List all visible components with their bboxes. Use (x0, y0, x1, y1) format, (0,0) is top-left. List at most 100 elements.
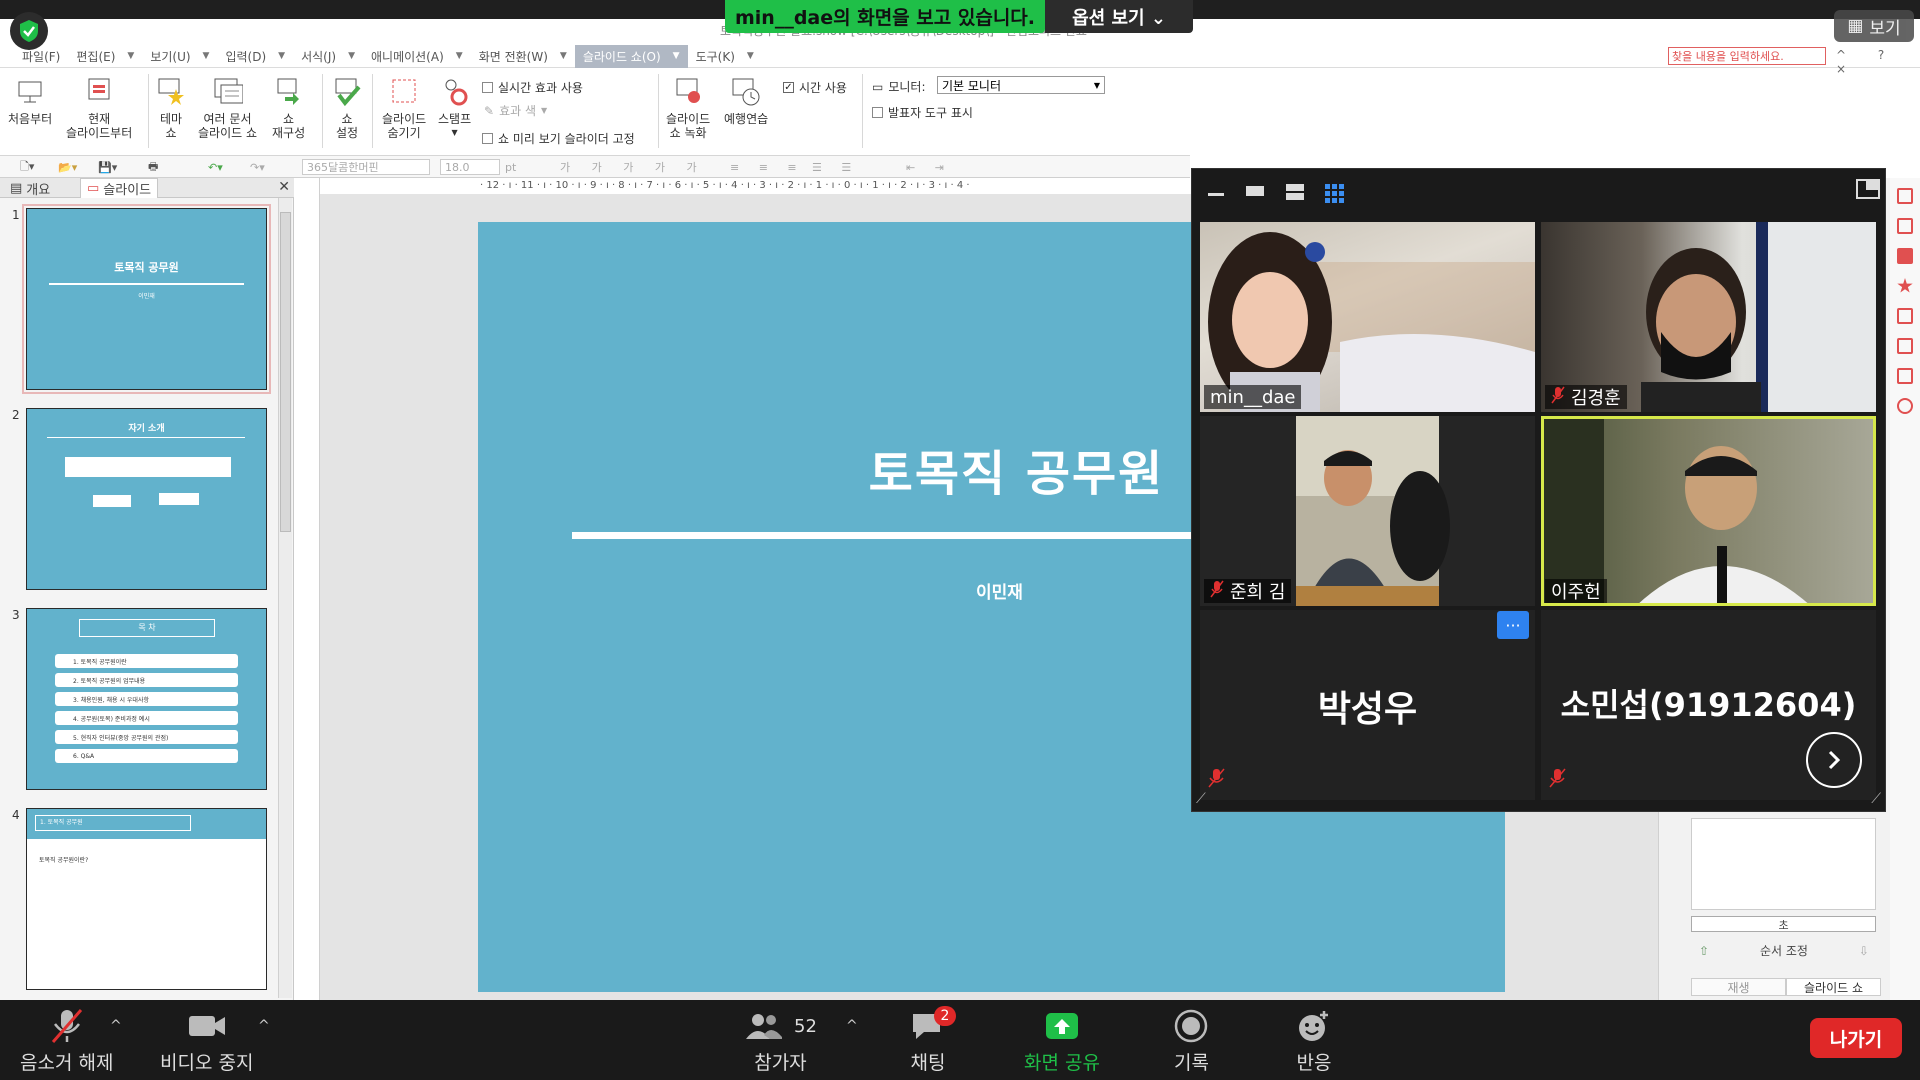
document-icon[interactable] (1897, 338, 1913, 354)
monitor-select[interactable]: 기본 모니터 ▼ (937, 76, 1105, 94)
participant-count: 52 (794, 1015, 817, 1037)
next-page-button[interactable] (1806, 732, 1862, 788)
animation-list[interactable] (1691, 818, 1876, 910)
move-down-icon[interactable]: ⇩ (1859, 944, 1869, 958)
exit-fullscreen-icon[interactable] (1856, 179, 1880, 203)
view-options-button[interactable]: 옵션 보기 ⌄ (1045, 0, 1193, 33)
share-screen-button[interactable]: 화면 공유 (1024, 1008, 1100, 1075)
new-doc-icon[interactable]: 🗋▾ (20, 159, 34, 175)
scroll-thumb[interactable] (280, 212, 291, 532)
video-options-caret-icon[interactable]: ^ (258, 1018, 270, 1034)
reactions-button[interactable]: 반응 (1296, 1008, 1332, 1075)
menu-animation[interactable]: 애니메이션(A) ▼ (363, 45, 471, 68)
participant-tile-lee-juheon[interactable]: 이주헌 (1541, 416, 1876, 606)
chat-button[interactable]: 2 채팅 (910, 1006, 956, 1075)
font-select[interactable]: 365달콤한머핀 (302, 159, 430, 175)
tab-slides[interactable]: ▭ 슬라이드 (80, 178, 159, 198)
align-buttons[interactable]: ≡ ≡ ≡ (730, 159, 805, 175)
realtime-effect-checkbox[interactable]: 실시간 효과 사용 (482, 79, 583, 96)
slide-thumbnail-2[interactable]: 자기 소개 (26, 408, 267, 590)
menu-slideshow[interactable]: 슬라이드 쇼(O) ▼ (574, 44, 688, 68)
slide-thumbnail-4[interactable]: 1. 토목직 공무원 토목직 공무원이란? (26, 808, 267, 990)
dropdown-arrow-icon: ▼ (672, 51, 680, 61)
stamp-button[interactable]: 스탬프 ▼ (438, 76, 471, 140)
single-view-icon[interactable] (1244, 183, 1266, 203)
thumb-title: 1. 토목직 공무원 (35, 815, 191, 831)
menu-tools[interactable]: 도구(K) ▼ (688, 45, 762, 68)
close-icon[interactable]: ✕ (278, 179, 290, 195)
record-button[interactable]: 기록 (1174, 1008, 1209, 1075)
participant-tile-kim-kyunghoon[interactable]: 김경훈 (1541, 222, 1876, 412)
arrow-icon[interactable] (1897, 248, 1913, 264)
indent-buttons[interactable]: ⇤ ⇥ (906, 159, 952, 175)
record-show-button[interactable]: 슬라이드 쇼 녹화 (666, 76, 710, 140)
show-settings-button[interactable]: 쇼 설정 (332, 76, 362, 140)
more-options-button[interactable]: ··· (1497, 611, 1529, 639)
tab-outline[interactable]: ▤ 개요 (4, 178, 56, 198)
save-icon[interactable]: 💾▾ (98, 159, 117, 175)
move-up-icon[interactable]: ⇧ (1699, 944, 1709, 958)
side-by-side-icon[interactable] (1284, 183, 1306, 205)
preview-fix-checkbox[interactable]: 쇼 미리 보기 슬라이더 고정 (482, 130, 635, 147)
security-shield-icon[interactable] (10, 12, 48, 50)
gallery-grid-icon[interactable] (1324, 183, 1346, 207)
slide-thumbnail-3[interactable]: 목 차 1. 토목직 공무원이란 2. 토목직 공무원의 업무내용 3. 채용인… (26, 608, 267, 790)
leave-meeting-button[interactable]: 나가기 (1810, 1018, 1902, 1058)
dropdown-arrow-icon: ▼ (278, 51, 286, 61)
panel-scrollbar[interactable] (278, 198, 292, 998)
menu-edit[interactable]: 편집(E) ▼ (68, 45, 142, 68)
participant-tile-junhee-kim[interactable]: 준희 김 (1200, 416, 1535, 606)
from-current-button[interactable]: 현재 슬라이드부터 (66, 76, 132, 140)
audio-options-caret-icon[interactable]: ^ (110, 1018, 122, 1034)
thumb-row: 4. 공무원(토목) 준비과정 예시 (55, 711, 238, 725)
minimize-icon[interactable] (1206, 183, 1226, 203)
window-controls[interactable]: ^ ? × (1836, 48, 1920, 76)
duration-field[interactable]: 초 (1691, 916, 1876, 932)
clipboard-icon[interactable] (1897, 308, 1913, 324)
help-search-input[interactable]: 찾을 내용을 입력하세요. (1668, 47, 1826, 65)
hide-slide-button[interactable]: 슬라이드 숨기기 (382, 76, 426, 140)
unit-label: pt (505, 160, 517, 174)
resize-handle-icon[interactable]: ⟋ (1871, 791, 1881, 807)
unmute-button[interactable]: 음소거 해제 (20, 1008, 113, 1075)
rehearse-button[interactable]: 예행연습 (724, 76, 768, 126)
print-icon[interactable]: 🖶 (148, 159, 158, 175)
stop-video-button[interactable]: 비디오 중지 (160, 1008, 253, 1075)
menu-view[interactable]: 보기(U) ▼ (142, 45, 217, 68)
participants-button[interactable]: 52 참가자 (744, 1008, 817, 1075)
pointer-icon[interactable] (1897, 368, 1913, 384)
multi-doc-button[interactable]: 여러 문서 슬라이드 쇼 (198, 76, 257, 140)
view-layout-button[interactable]: ▦ 보기 (1834, 10, 1914, 42)
menu-format[interactable]: 서식(J) ▼ (293, 45, 363, 68)
participant-name-label: min__dae (1204, 385, 1302, 409)
tab-slideshow[interactable]: 슬라이드 쇼 (1786, 978, 1881, 996)
redo-icon[interactable]: ↷▾ (250, 159, 265, 175)
undo-icon[interactable]: ↶▾ (208, 159, 223, 175)
from-start-button[interactable]: 처음부터 (8, 76, 52, 126)
use-time-checkbox[interactable]: 시간 사용 (783, 79, 847, 96)
effect-color-dropdown[interactable]: ✎ 효과 색 ▼ (484, 102, 547, 119)
participants-caret-icon[interactable]: ^ (846, 1018, 858, 1034)
menu-insert[interactable]: 입력(D) ▼ (217, 45, 293, 68)
participant-name-label: 준희 김 (1204, 579, 1292, 603)
participant-tile-park-sungwoo[interactable]: 박성우 (1200, 610, 1535, 800)
theme-show-button[interactable]: 테마 쇼 (156, 76, 186, 140)
checkbox-label: 쇼 미리 보기 슬라이더 고정 (498, 132, 635, 146)
star-icon[interactable] (1897, 278, 1913, 293)
list-buttons[interactable]: ☰ ☰ (812, 159, 859, 175)
tab-play[interactable]: 재생 (1691, 978, 1786, 996)
slide-number: 1 (12, 208, 20, 222)
participant-tile-min-dae[interactable]: min__dae (1200, 222, 1535, 412)
show-rebuild-button[interactable]: 쇼 재구성 (272, 76, 305, 140)
panel-icon[interactable] (1897, 188, 1913, 204)
person-icon[interactable] (1897, 398, 1913, 414)
presenter-tools-checkbox[interactable]: 발표자 도구 표시 (872, 104, 973, 121)
layout-icon[interactable] (1897, 218, 1913, 234)
hide-slide-icon (389, 76, 419, 108)
slide-thumbnail-1[interactable]: 토목직 공무원 이민재 (22, 204, 271, 394)
font-size-input[interactable]: 18.0 (440, 159, 500, 175)
resize-handle-icon[interactable]: ⟋ (1196, 791, 1206, 807)
menu-transition[interactable]: 화면 전환(W) ▼ (471, 45, 575, 68)
open-icon[interactable]: 📂▾ (58, 159, 77, 175)
text-style-buttons[interactable]: 가 가 가 가 가 (560, 159, 706, 175)
